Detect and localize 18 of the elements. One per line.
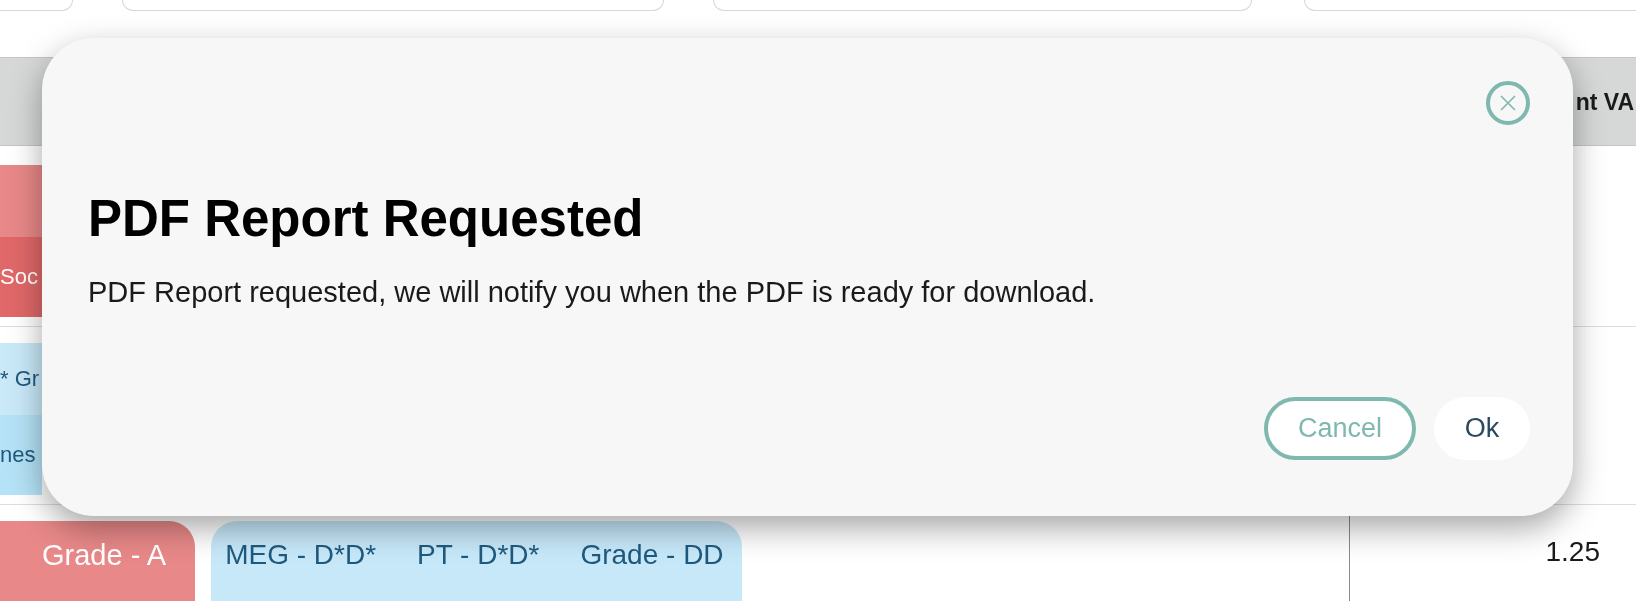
tag-label: PT - D*D* xyxy=(417,538,540,572)
filter-field[interactable] xyxy=(122,0,664,11)
tag: * Gr xyxy=(0,343,42,415)
tag-label: MEG - D*D* xyxy=(225,538,377,572)
filter-field[interactable] xyxy=(1304,0,1636,11)
grade-tag: Grade - A xyxy=(0,521,196,601)
filter-field[interactable] xyxy=(0,0,73,11)
filter-field[interactable] xyxy=(713,0,1252,11)
tag-label: Grade - DD xyxy=(580,538,724,572)
column-header: nt VA xyxy=(1575,87,1634,116)
close-icon xyxy=(1486,81,1530,125)
tag: Soc xyxy=(0,237,42,317)
table-cell: 1.25 xyxy=(1545,535,1600,569)
dialog-title: PDF Report Requested xyxy=(88,189,644,249)
dialog-message: PDF Report requested, we will notify you when the PDF is ready for download. xyxy=(88,275,1096,310)
close-button[interactable] xyxy=(1486,81,1530,125)
tag: nes xyxy=(0,415,42,495)
ok-button[interactable]: Ok xyxy=(1434,397,1530,460)
